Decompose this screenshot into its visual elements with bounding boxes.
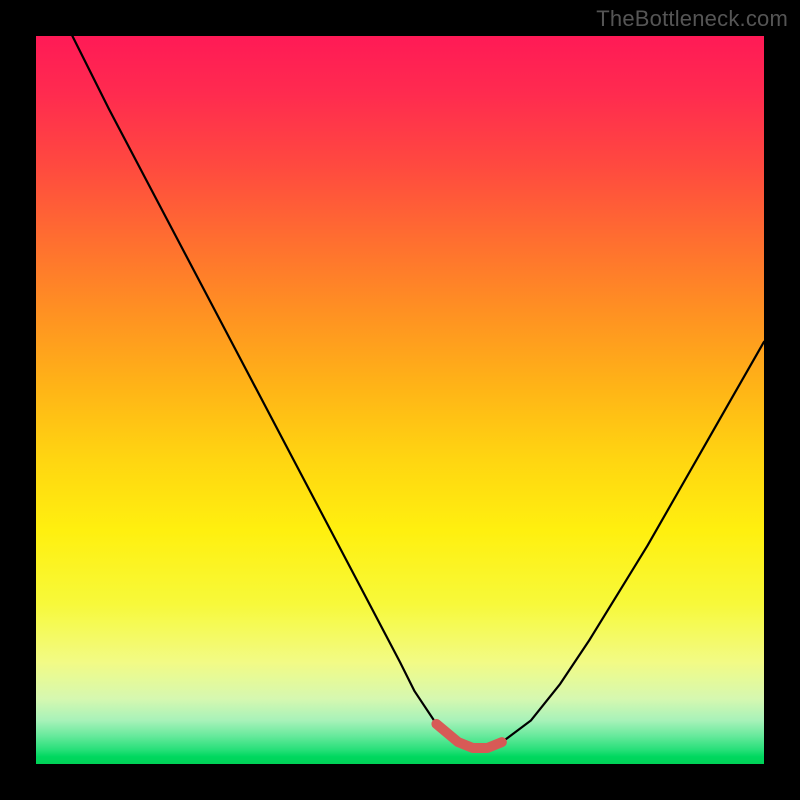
chart-frame: TheBottleneck.com — [0, 0, 800, 800]
watermark-text: TheBottleneck.com — [596, 6, 788, 32]
chart-svg — [36, 36, 764, 764]
min-plateau-highlight — [436, 724, 502, 748]
bottleneck-curve — [36, 0, 764, 748]
